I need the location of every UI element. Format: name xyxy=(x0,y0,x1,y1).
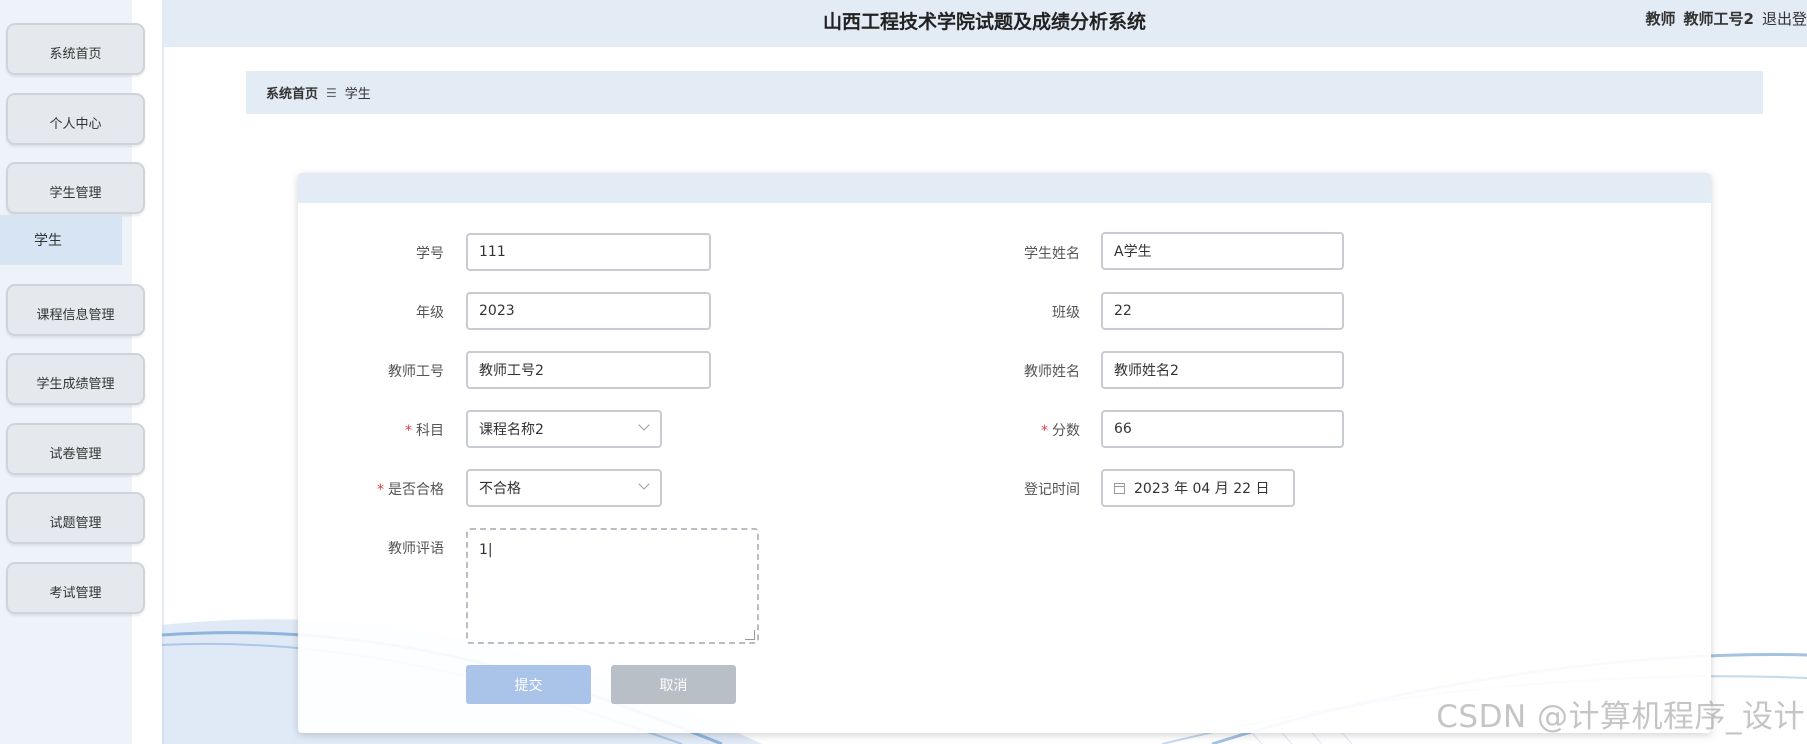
sidebar-item-profile[interactable]: 个人中心 xyxy=(6,93,145,145)
subject-label-text: 科目 xyxy=(416,423,444,439)
user-info: 教师 教师工号2 退出登 xyxy=(1646,8,1807,29)
submit-button[interactable]: 提交 xyxy=(466,665,591,704)
sidebar-subitem-student[interactable]: 学生 xyxy=(0,215,122,265)
register-time-label: 登记时间 xyxy=(1024,482,1080,498)
register-time-datepicker[interactable]: 2023 年 04 月 22 日 xyxy=(1101,469,1295,507)
calendar-icon xyxy=(1114,482,1125,494)
logout-link[interactable]: 退出登 xyxy=(1762,10,1807,28)
student-form-card: 学号 111 学生姓名 A学生 年级 2023 班级 22 教师工号 教师工号2… xyxy=(298,173,1711,733)
grade-label: 年级 xyxy=(416,305,444,321)
student-id-input[interactable]: 111 xyxy=(466,233,711,271)
sidebar-item-student-management[interactable]: 学生管理 xyxy=(6,162,145,214)
watermark: CSDN @计算机程序_设计 xyxy=(1436,699,1805,735)
subject-select[interactable]: 课程名称2 xyxy=(466,410,662,448)
chevron-down-icon xyxy=(638,478,650,490)
teacher-id-label: 教师工号 xyxy=(388,364,444,380)
score-label-text: 分数 xyxy=(1052,423,1080,439)
sidebar-item-exam-papers[interactable]: 试卷管理 xyxy=(6,423,145,475)
sidebar-item-questions[interactable]: 试题管理 xyxy=(6,492,145,544)
passed-label: * 是否合格 xyxy=(324,479,444,499)
passed-select[interactable]: 不合格 xyxy=(466,469,662,507)
required-mark: * xyxy=(1041,423,1048,439)
required-mark: * xyxy=(377,482,384,498)
teacher-id-input[interactable]: 教师工号2 xyxy=(466,351,711,389)
sidebar-item-label: 个人中心 xyxy=(49,116,102,132)
register-time-value: 2023 年 04 月 22 日 xyxy=(1134,481,1270,497)
sidebar-item-home[interactable]: 系统首页 xyxy=(6,23,145,75)
class-input[interactable]: 22 xyxy=(1101,292,1344,330)
sidebar-subitem-label: 学生 xyxy=(34,233,62,249)
student-name-label: 学生姓名 xyxy=(1024,246,1080,262)
teacher-name-label: 教师姓名 xyxy=(1024,364,1080,380)
card-header xyxy=(298,173,1711,203)
teacher-name-input[interactable]: 教师姓名2 xyxy=(1101,351,1344,389)
subject-label: * 科目 xyxy=(324,420,444,440)
top-header: 山西工程技术学院试题及成绩分析系统 教师 教师工号2 退出登 xyxy=(162,0,1807,47)
required-mark: * xyxy=(405,423,412,439)
comment-textarea[interactable]: 1| xyxy=(466,528,759,644)
sidebar: 系统首页 个人中心 学生管理 学生 课程信息管理 学生成绩管理 试卷管理 试题管… xyxy=(0,0,164,744)
breadcrumb-current: 学生 xyxy=(344,87,371,102)
breadcrumb: 系统首页 ☰ 学生 xyxy=(246,71,1763,114)
sidebar-item-course-info[interactable]: 课程信息管理 xyxy=(6,284,145,336)
grade-input[interactable]: 2023 xyxy=(466,292,711,330)
sidebar-item-label: 学生管理 xyxy=(49,185,102,201)
breadcrumb-separator-icon: ☰ xyxy=(326,85,337,100)
sidebar-item-label: 试题管理 xyxy=(49,515,102,531)
sidebar-item-label: 系统首页 xyxy=(49,46,102,62)
sidebar-item-label: 学生成绩管理 xyxy=(36,376,115,392)
student-id-label: 学号 xyxy=(416,246,444,262)
resize-handle-icon[interactable] xyxy=(745,630,755,640)
sidebar-item-label: 试卷管理 xyxy=(49,446,102,462)
user-role: 教师 xyxy=(1645,10,1676,28)
sidebar-item-student-scores[interactable]: 学生成绩管理 xyxy=(6,353,145,405)
sidebar-item-exams[interactable]: 考试管理 xyxy=(6,562,145,614)
subject-select-value: 课程名称2 xyxy=(479,422,544,438)
user-name: 教师工号2 xyxy=(1683,10,1754,28)
passed-label-text: 是否合格 xyxy=(388,482,444,498)
comment-label: 教师评语 xyxy=(388,541,444,557)
page-title: 山西工程技术学院试题及成绩分析系统 xyxy=(822,11,1146,33)
chevron-down-icon xyxy=(638,419,650,431)
cancel-button[interactable]: 取消 xyxy=(611,665,736,704)
sidebar-item-label: 课程信息管理 xyxy=(36,307,115,323)
comment-text: 1| xyxy=(479,542,493,558)
sidebar-item-label: 考试管理 xyxy=(49,585,102,601)
score-input[interactable]: 66 xyxy=(1101,410,1344,448)
score-label: * 分数 xyxy=(960,420,1080,440)
class-label: 班级 xyxy=(1052,305,1080,321)
student-name-input[interactable]: A学生 xyxy=(1101,232,1344,270)
passed-select-value: 不合格 xyxy=(479,481,521,497)
breadcrumb-home[interactable]: 系统首页 xyxy=(266,83,318,102)
